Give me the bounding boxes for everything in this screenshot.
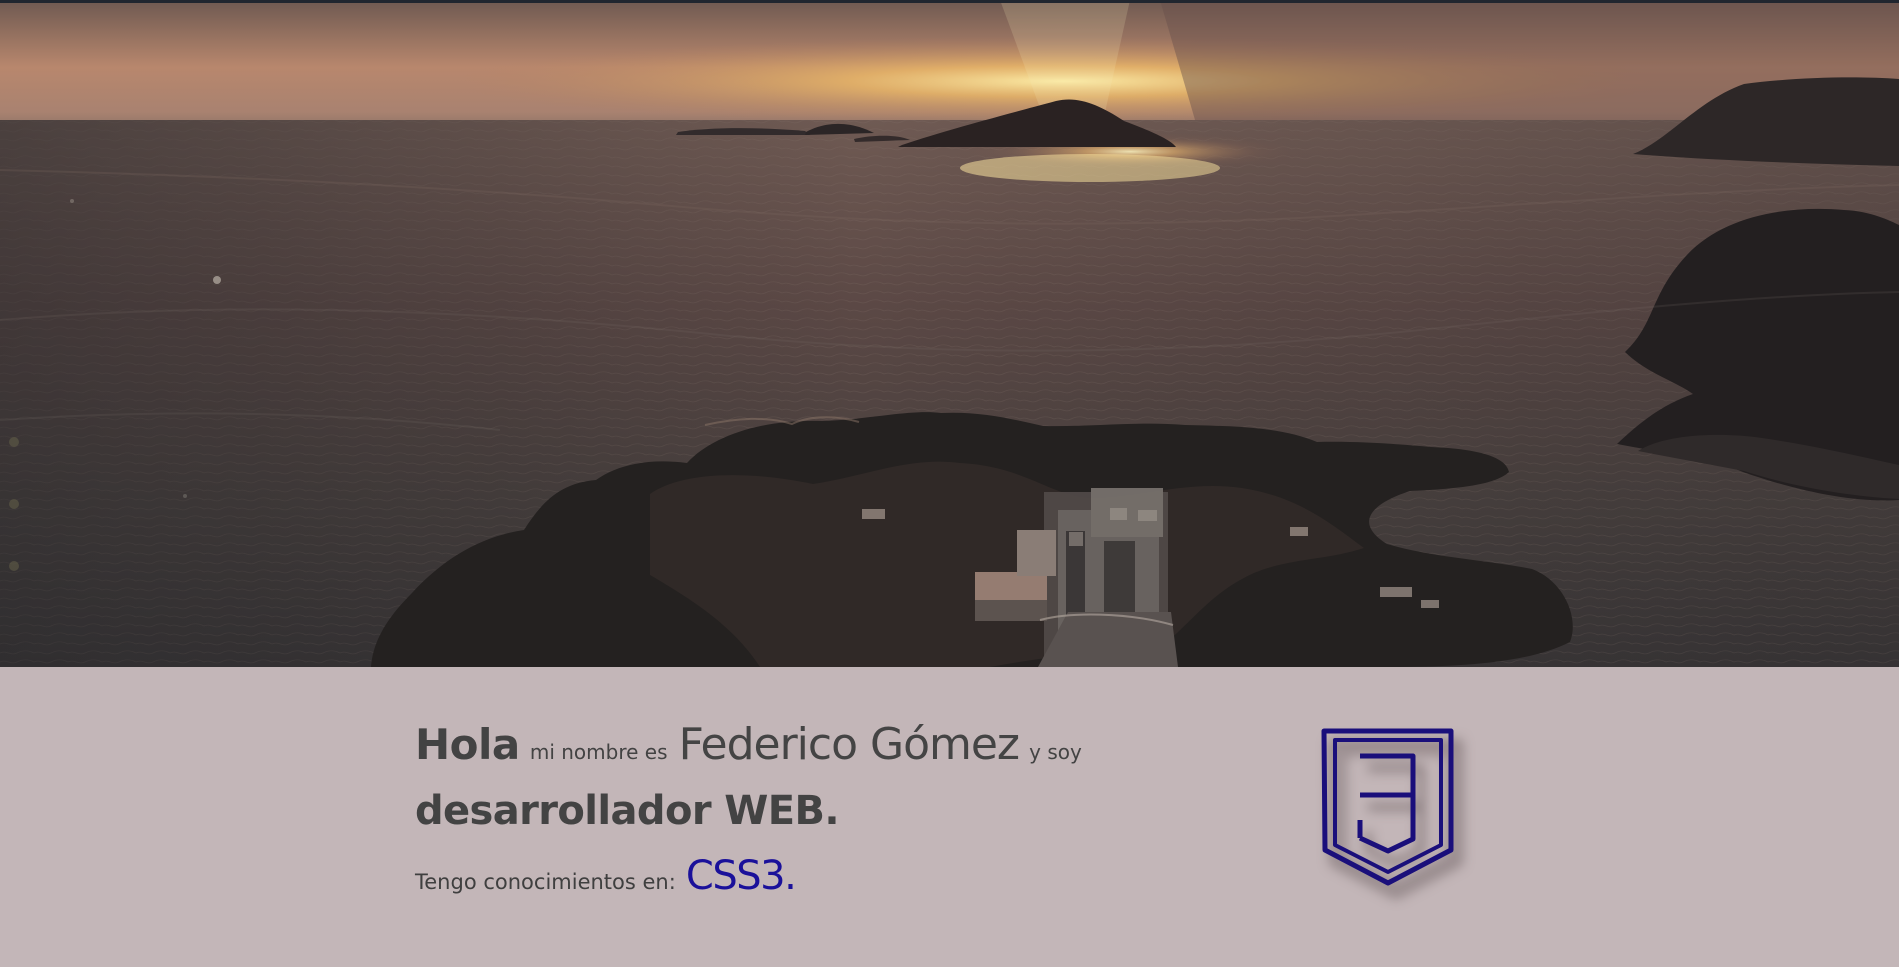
technology-name: CSS3. — [685, 853, 797, 899]
name-prefix: mi nombre es — [529, 740, 668, 764]
hero-banner — [0, 0, 1899, 667]
knowledge-line: Tengo conocimientos en: CSS3. — [415, 853, 1115, 899]
intro-text-block: Hola mi nombre es Federico Gómez y soy d… — [415, 719, 1115, 899]
intro-section: Hola mi nombre es Federico Gómez y soy d… — [0, 667, 1899, 967]
developer-name: Federico Gómez — [678, 719, 1020, 770]
carousel-dot-3[interactable] — [9, 561, 19, 571]
hero-background-image — [0, 0, 1899, 667]
browser-top-edge — [0, 0, 1899, 3]
css3-logo-graphic — [1321, 728, 1454, 886]
greeting-line: Hola mi nombre es Federico Gómez y soy — [415, 719, 1115, 779]
greeting-hola: Hola — [415, 720, 520, 769]
carousel-dot-1[interactable] — [9, 437, 19, 447]
role-title: desarrollador WEB. — [415, 788, 840, 834]
knowledge-label: Tengo conocimientos en: — [415, 870, 676, 894]
carousel-dot-2[interactable] — [9, 499, 19, 509]
name-suffix: y soy — [1029, 740, 1082, 764]
css3-shield-icon — [1320, 726, 1456, 890]
